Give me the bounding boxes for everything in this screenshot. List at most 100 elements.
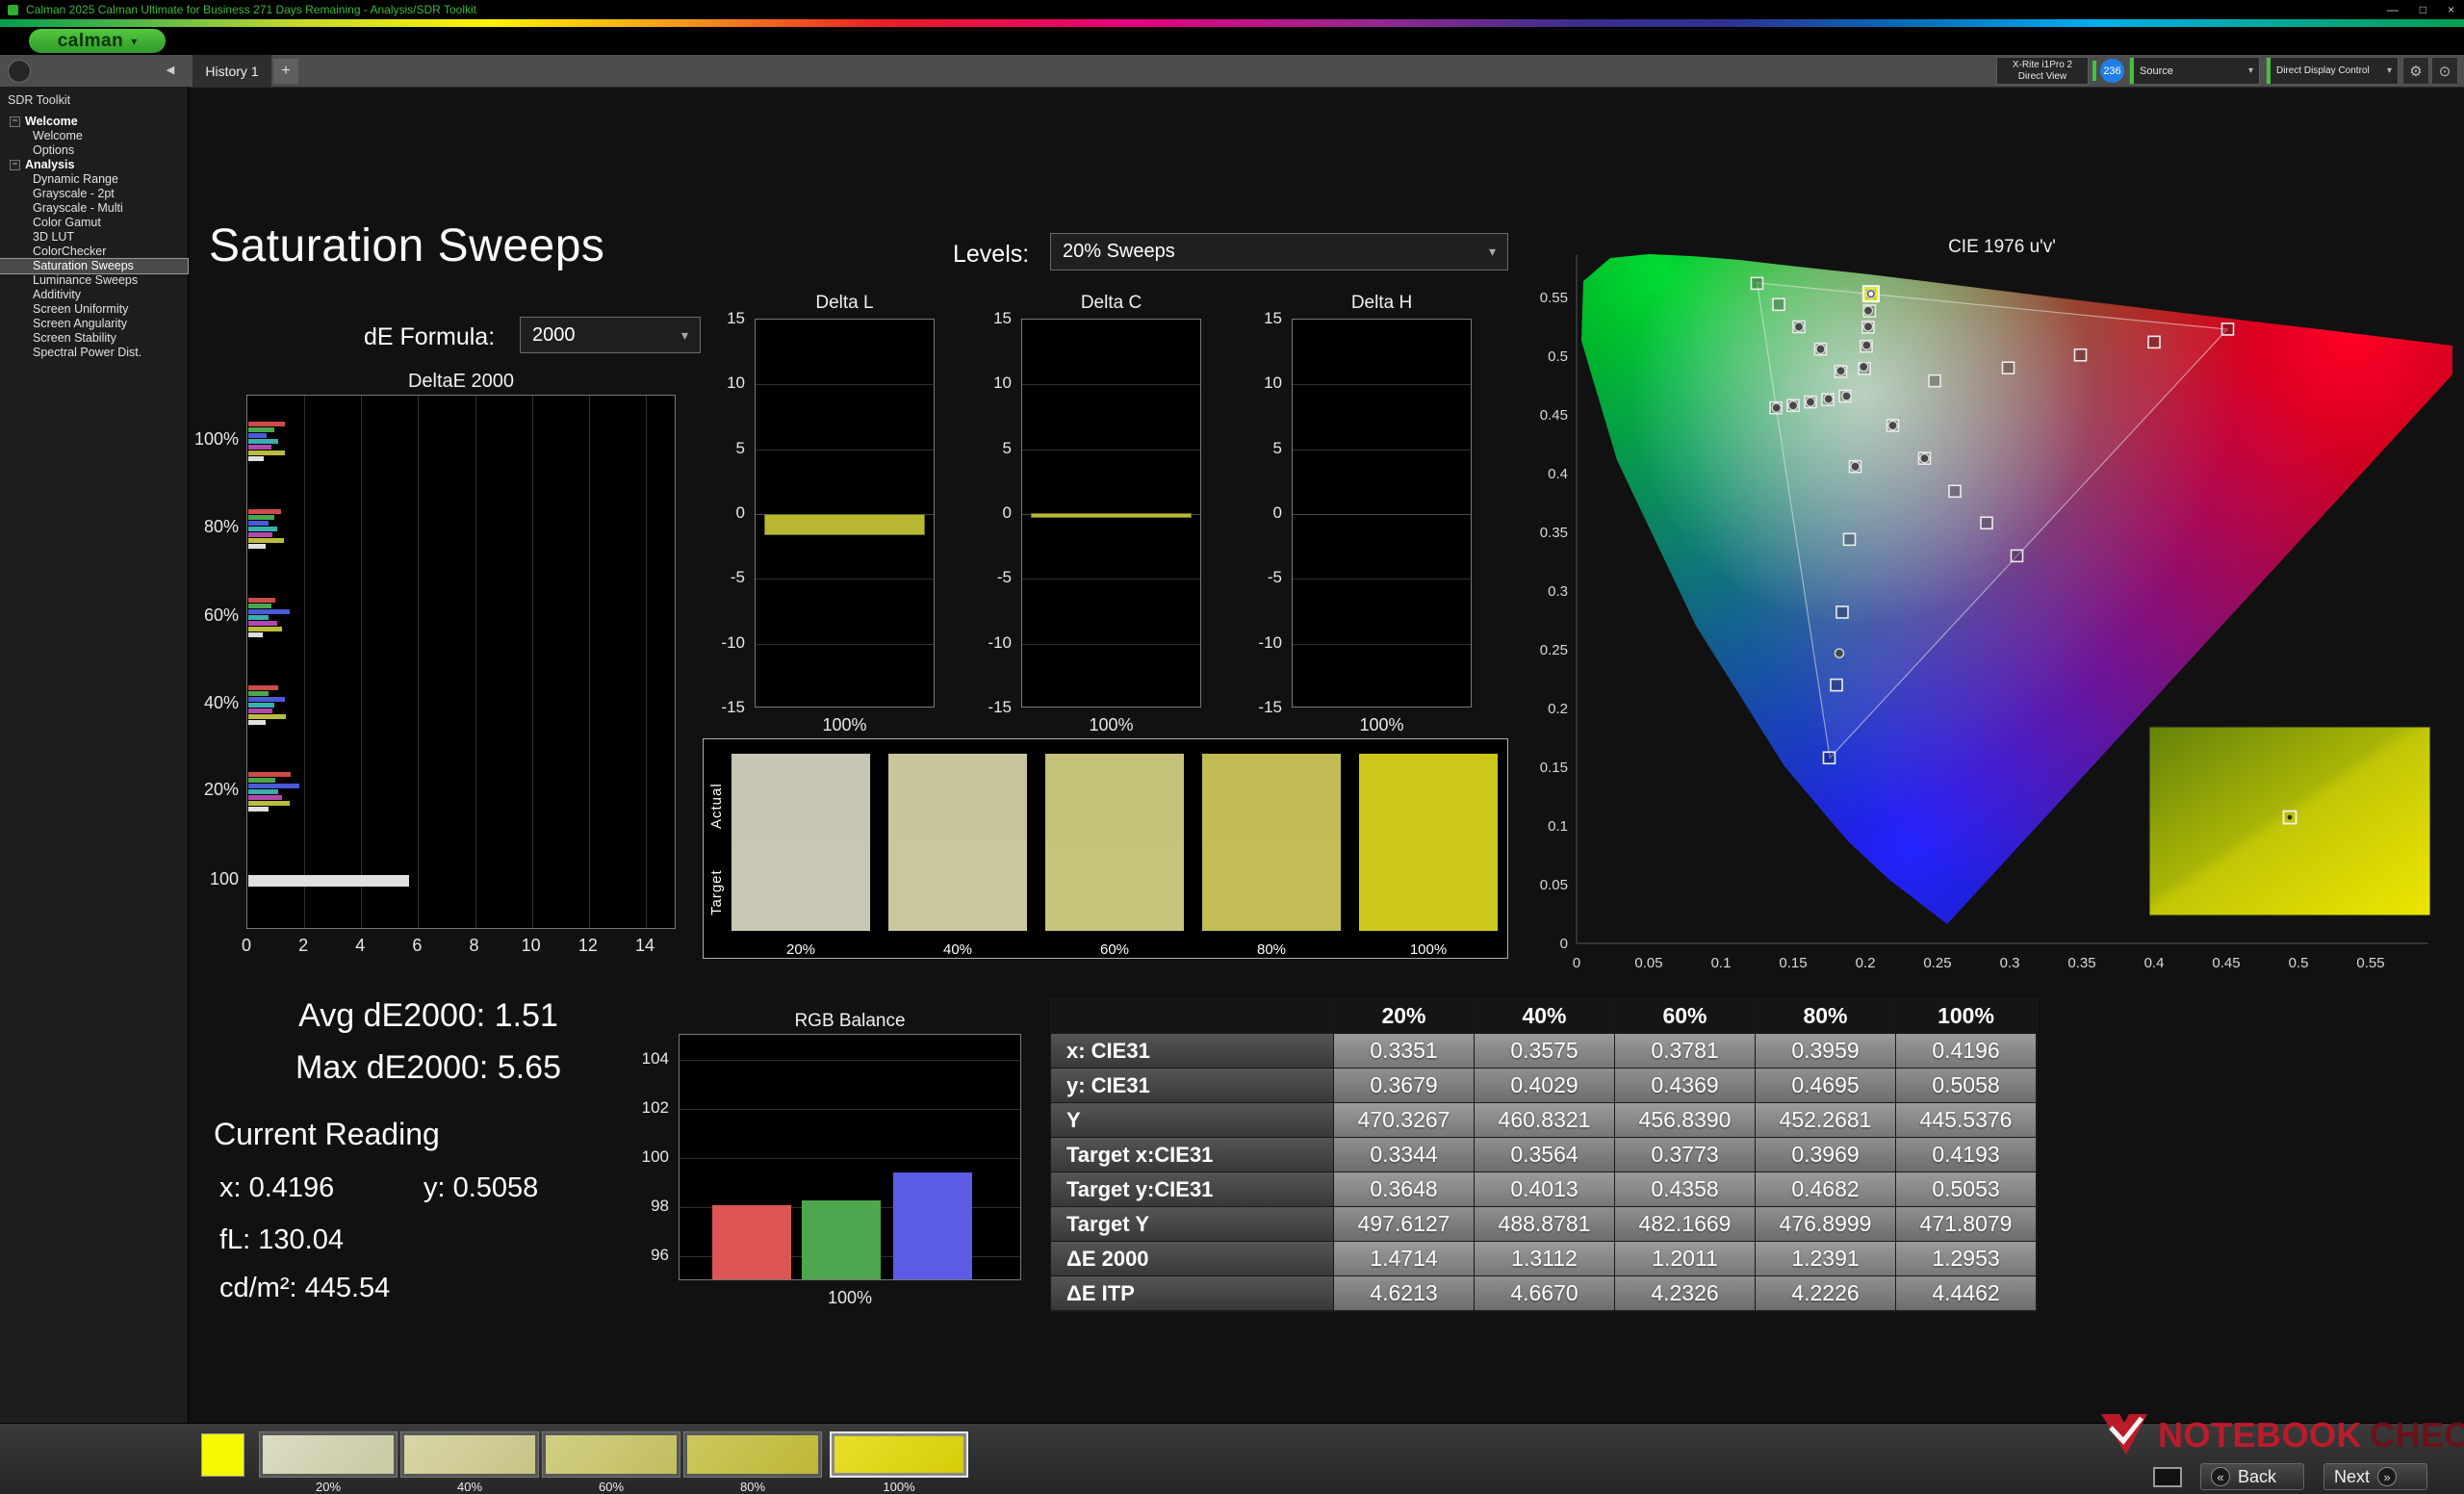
filmstrip-thumbnail-20[interactable] xyxy=(259,1431,398,1478)
axis-tick-label: 15 xyxy=(993,309,1012,327)
levels-select[interactable]: 20% Sweeps ▾ xyxy=(1050,233,1508,270)
swatch-target xyxy=(1202,842,1341,931)
sidebar-item-dynamic-range[interactable]: Dynamic Range xyxy=(0,172,188,187)
tree-collapse-icon[interactable]: − xyxy=(10,116,20,127)
tree-collapse-icon[interactable]: − xyxy=(10,160,20,170)
table-cell: 4.4462 xyxy=(1896,1276,2037,1311)
sidebar-item-label: Screen Angularity xyxy=(33,317,127,330)
axis-tick-label: 4 xyxy=(355,936,366,955)
minimize-icon[interactable]: — xyxy=(2387,0,2399,19)
thumbnail-label: 20% xyxy=(315,1480,342,1494)
sidebar-item-grayscale-2pt[interactable]: Grayscale - 2pt xyxy=(0,187,188,201)
tab-history-1[interactable]: History 1 xyxy=(192,55,271,87)
sidebar-item-colorchecker[interactable]: ColorChecker xyxy=(0,245,188,259)
levels-value: 20% Sweeps xyxy=(1063,241,1175,262)
axis-tick-label: 80% xyxy=(203,517,239,536)
display-control-select[interactable]: Direct Display Control ▾ xyxy=(2266,57,2399,85)
sidebar-item-screen-angularity[interactable]: Screen Angularity xyxy=(0,317,188,331)
avg-de2000-reading: Avg dE2000: 1.51 xyxy=(298,997,558,1034)
cie-target-square xyxy=(1772,297,1785,312)
levels-label: Levels: xyxy=(953,241,1030,268)
sidebar-item-grayscale-multi[interactable]: Grayscale - Multi xyxy=(0,201,188,216)
sidebar-item-saturation-sweeps[interactable]: Saturation Sweeps xyxy=(0,258,189,274)
sidebar-item-screen-stability[interactable]: Screen Stability xyxy=(0,331,188,346)
table-col-header: 80% xyxy=(1756,999,1896,1034)
filmstrip-thumbnail-40[interactable] xyxy=(400,1431,539,1478)
axis-tick-label: 10 xyxy=(1264,374,1282,393)
axis-tick-label: 5 xyxy=(1272,438,1282,457)
sidebar-item-analysis[interactable]: − Analysis xyxy=(0,158,188,172)
thumbnail-label: 40% xyxy=(456,1480,483,1494)
sidebar-item-welcome[interactable]: Welcome xyxy=(0,129,188,143)
table-cell: 0.4013 xyxy=(1475,1172,1615,1207)
gear-icon[interactable]: ⚙ xyxy=(2402,57,2429,85)
axis-tick-label: 0 xyxy=(241,936,251,955)
next-button[interactable]: Next » xyxy=(2323,1463,2427,1490)
rainbow-strip xyxy=(0,19,2464,27)
cie-target-square xyxy=(2220,322,2235,336)
table-row-label: Target x:CIE31 xyxy=(1051,1138,1334,1172)
de-bar-green xyxy=(248,603,271,608)
close-icon[interactable]: × xyxy=(2448,0,2454,19)
table-cell: 452.2681 xyxy=(1756,1103,1896,1138)
sidebar-item-color-gamut[interactable]: Color Gamut xyxy=(0,216,188,230)
axis-tick-label: 10 xyxy=(521,936,541,955)
axis-tick-label: -5 xyxy=(730,568,745,587)
sidebar-item-luminance-sweeps[interactable]: Luminance Sweeps xyxy=(0,273,188,288)
delta-c-chart xyxy=(1021,319,1201,708)
axis-tick-label: 0 xyxy=(1272,503,1282,522)
filmstrip-thumbnail-60[interactable] xyxy=(542,1431,680,1478)
cie-measured-point xyxy=(1835,365,1846,376)
target-row-label: Target xyxy=(708,869,725,916)
sidebar-item-additivity[interactable]: Additivity xyxy=(0,288,188,302)
next-label: Next xyxy=(2334,1466,2371,1486)
cie-target-square xyxy=(1948,484,1962,499)
table-cell: 4.6670 xyxy=(1475,1276,1615,1311)
axis-tick-label: -15 xyxy=(1258,698,1282,716)
sidebar-item-label: Saturation Sweeps xyxy=(33,259,134,272)
deltae-chart xyxy=(246,395,676,929)
reading-x: x: 0.4196 xyxy=(219,1172,335,1203)
de-bar-magenta xyxy=(248,620,277,626)
sidebar-item-spectral-power-dist[interactable]: Spectral Power Dist. xyxy=(0,346,188,360)
sidebar-item-welcome[interactable]: − Welcome xyxy=(0,115,188,129)
source-select[interactable]: Source ▾ xyxy=(2129,57,2260,85)
workspace-menu-button[interactable] xyxy=(8,60,31,83)
swatch-actual xyxy=(1202,754,1341,842)
table-cell: 0.5053 xyxy=(1896,1172,2037,1207)
table-col-header: 100% xyxy=(1896,999,2037,1034)
table-row-label: ΔE 2000 xyxy=(1051,1242,1334,1276)
calman-menu-button[interactable]: calman ▾ xyxy=(29,29,166,53)
sidebar-item-label: ColorChecker xyxy=(33,245,107,258)
filmstrip-thumbnail-80[interactable] xyxy=(683,1431,822,1478)
cie-target-square xyxy=(1830,678,1843,692)
sidebar-item-3d-lut[interactable]: 3D LUT xyxy=(0,230,188,245)
axis-tick-label: 14 xyxy=(634,936,654,955)
axis-tick-label: 2 xyxy=(298,936,309,955)
current-reading-heading: Current Reading xyxy=(214,1117,440,1151)
add-tab-button[interactable]: + xyxy=(273,59,298,84)
de-bar-red xyxy=(248,684,279,690)
title-bar: Calman 2025 Calman Ultimate for Business… xyxy=(0,0,2464,19)
de-formula-select[interactable]: 2000 ▾ xyxy=(520,317,701,353)
meter-count-badge[interactable]: 236 xyxy=(2100,59,2124,83)
svg-text:0.2: 0.2 xyxy=(1856,955,1876,971)
svg-text:0.1: 0.1 xyxy=(1548,818,1568,835)
sidebar-item-screen-uniformity[interactable]: Screen Uniformity xyxy=(0,302,188,317)
filmstrip-thumbnail-100[interactable] xyxy=(830,1431,968,1478)
table-cell: 0.3648 xyxy=(1334,1172,1475,1207)
de-formula-value: 2000 xyxy=(532,323,576,346)
table-cell: 0.3344 xyxy=(1334,1138,1475,1172)
maximize-icon[interactable]: □ xyxy=(2420,0,2426,19)
sidebar-collapse-icon[interactable]: ◀ xyxy=(160,61,181,81)
de-bar-blue xyxy=(248,432,268,438)
cie-measured-point xyxy=(1919,452,1930,464)
display-preview-icon[interactable] xyxy=(2153,1467,2182,1487)
swatch-label: 80% xyxy=(1256,941,1287,958)
back-button[interactable]: « Back xyxy=(2200,1463,2304,1490)
rgb-bar-green xyxy=(802,1199,881,1279)
back-arrow-icon: « xyxy=(2211,1467,2230,1486)
meter-button[interactable]: X-Rite i1Pro 2 Direct View xyxy=(1996,57,2089,85)
sidebar-item-options[interactable]: Options xyxy=(0,143,188,158)
power-icon[interactable]: ⊙ xyxy=(2431,57,2458,85)
